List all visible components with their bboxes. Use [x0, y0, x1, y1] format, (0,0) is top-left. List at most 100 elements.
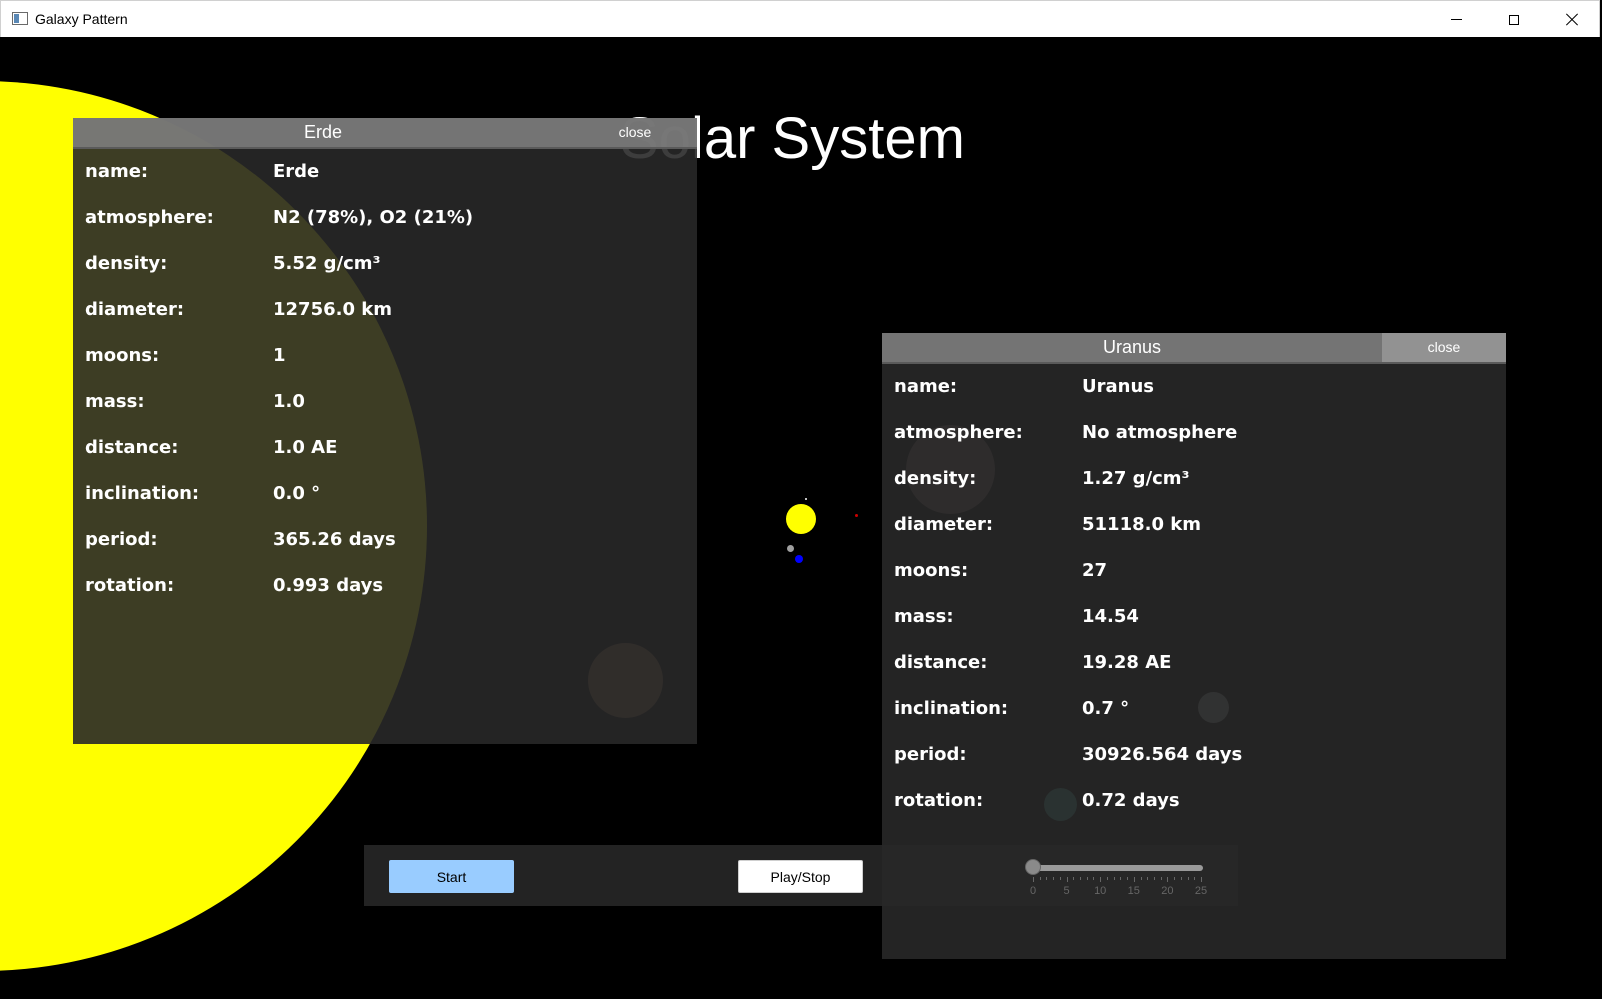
slider-track[interactable] — [1031, 865, 1203, 871]
panel-title: Erde — [303, 122, 343, 142]
slider-tick-label: 15 — [1127, 885, 1140, 897]
property-value: 30926.564 days — [1082, 744, 1243, 765]
close-panel-button[interactable]: close — [573, 118, 697, 147]
property-label: inclination: — [894, 698, 1009, 719]
slider-tick-label: 5 — [1063, 885, 1070, 897]
maximize-button[interactable] — [1485, 1, 1543, 38]
slider-tick — [1046, 877, 1048, 880]
slider-tick — [1059, 877, 1061, 880]
property-value: 0.7 ° — [1082, 698, 1130, 719]
slider-tick — [1086, 877, 1088, 880]
play-stop-button[interactable]: Play/Stop — [738, 860, 863, 893]
slider-tick — [1153, 877, 1155, 880]
solar-system-canvas[interactable]: Solar System Erde close name: Erde atmosph… — [0, 37, 1602, 999]
property-value: 14.54 — [1082, 606, 1139, 627]
control-bar: Start Play/Stop 0 5 10 15 20 25 — [364, 845, 1238, 906]
slider-thumb[interactable] — [1025, 859, 1041, 875]
app-icon — [12, 12, 28, 25]
property-label: inclination: — [85, 483, 200, 504]
maximize-icon — [1509, 14, 1519, 25]
close-window-button[interactable] — [1543, 1, 1601, 38]
slider-tick — [1140, 877, 1142, 880]
property-value: 12756.0 km — [273, 299, 392, 320]
property-label: distance: — [894, 652, 988, 673]
property-value: 1.0 AE — [273, 437, 338, 458]
property-label: diameter: — [85, 299, 185, 320]
slider-tick — [1187, 877, 1189, 880]
slider-tick — [1194, 877, 1196, 880]
slider-tick — [1033, 877, 1034, 882]
property-value: 5.52 g/cm³ — [273, 253, 381, 274]
property-value: No atmosphere — [1082, 422, 1238, 443]
property-label: density: — [894, 468, 977, 489]
property-label: name: — [894, 376, 958, 397]
slider-tick — [1113, 877, 1115, 880]
window-titlebar: Galaxy Pattern — [0, 0, 1600, 37]
property-label: density: — [85, 253, 168, 274]
slider-tick — [1201, 877, 1202, 882]
slider-tick — [1147, 877, 1149, 880]
property-value: 51118.0 km — [1082, 514, 1201, 535]
planet-sun-small[interactable] — [786, 504, 816, 534]
start-button[interactable]: Start — [389, 860, 514, 893]
property-value: 1 — [273, 345, 286, 366]
property-label: mass: — [894, 606, 954, 627]
slider-tick-label: 0 — [1029, 885, 1037, 897]
property-value: 365.26 days — [273, 529, 396, 550]
panel-title: Uranus — [1102, 337, 1162, 357]
info-panel-erde: Erde close name: Erde atmosphere: N2 (78%),… — [73, 118, 697, 744]
slider-tick — [1039, 877, 1041, 880]
slider-tick — [1093, 877, 1095, 880]
property-value: Uranus — [1082, 376, 1154, 397]
property-label: rotation: — [894, 790, 984, 811]
property-label: atmosphere: — [85, 207, 214, 228]
planet-red[interactable] — [855, 514, 858, 517]
slider-tick — [1053, 877, 1055, 880]
property-value: 1.0 — [273, 391, 305, 412]
property-value: 27 — [1082, 560, 1108, 581]
planet-blue[interactable] — [795, 555, 803, 563]
slider-tick-label: 20 — [1161, 885, 1174, 897]
property-label: period: — [85, 529, 158, 550]
close-icon — [1565, 13, 1579, 27]
panel-header: Erde close — [73, 118, 697, 149]
slider-tick — [1160, 877, 1162, 880]
slider-tick — [1100, 877, 1102, 882]
planet-grey-small[interactable] — [787, 545, 794, 552]
planet-tiny-white[interactable] — [805, 498, 807, 500]
property-value: 1.27 g/cm³ — [1082, 468, 1190, 489]
slider-tick — [1080, 877, 1082, 880]
minimize-icon — [1450, 19, 1462, 20]
slider-tick — [1127, 877, 1129, 880]
panel-header: Uranus close — [882, 333, 1506, 364]
slider-tick-label: 25 — [1194, 885, 1208, 897]
property-label: name: — [85, 161, 149, 182]
property-label: moons: — [894, 560, 969, 581]
close-panel-button[interactable]: close — [1382, 333, 1506, 362]
property-label: period: — [894, 744, 967, 765]
slider-tick — [1174, 877, 1176, 880]
window-title: Galaxy Pattern — [35, 11, 128, 27]
slider-tick — [1120, 877, 1122, 880]
slider-tick — [1167, 877, 1169, 882]
property-value: Erde — [273, 161, 320, 182]
property-label: mass: — [85, 391, 145, 412]
slider-tick — [1180, 877, 1182, 880]
slider-tick — [1133, 877, 1135, 882]
slider-tick-label: 10 — [1094, 885, 1107, 897]
property-value: 0.72 days — [1082, 790, 1180, 811]
speed-slider[interactable]: 0 5 10 15 20 25 — [1025, 853, 1215, 898]
property-value: 19.28 AE — [1082, 652, 1172, 673]
slider-tick — [1106, 877, 1108, 880]
property-value: N2 (78%), O2 (21%) — [273, 207, 474, 228]
property-label: distance: — [85, 437, 179, 458]
property-label: diameter: — [894, 514, 994, 535]
minimize-button[interactable] — [1427, 1, 1485, 38]
slider-tick — [1073, 877, 1075, 880]
property-label: atmosphere: — [894, 422, 1023, 443]
property-value: 0.993 days — [273, 575, 384, 596]
property-value: 0.0 ° — [273, 483, 321, 504]
property-label: moons: — [85, 345, 160, 366]
slider-tick — [1066, 877, 1068, 882]
property-label: rotation: — [85, 575, 175, 596]
